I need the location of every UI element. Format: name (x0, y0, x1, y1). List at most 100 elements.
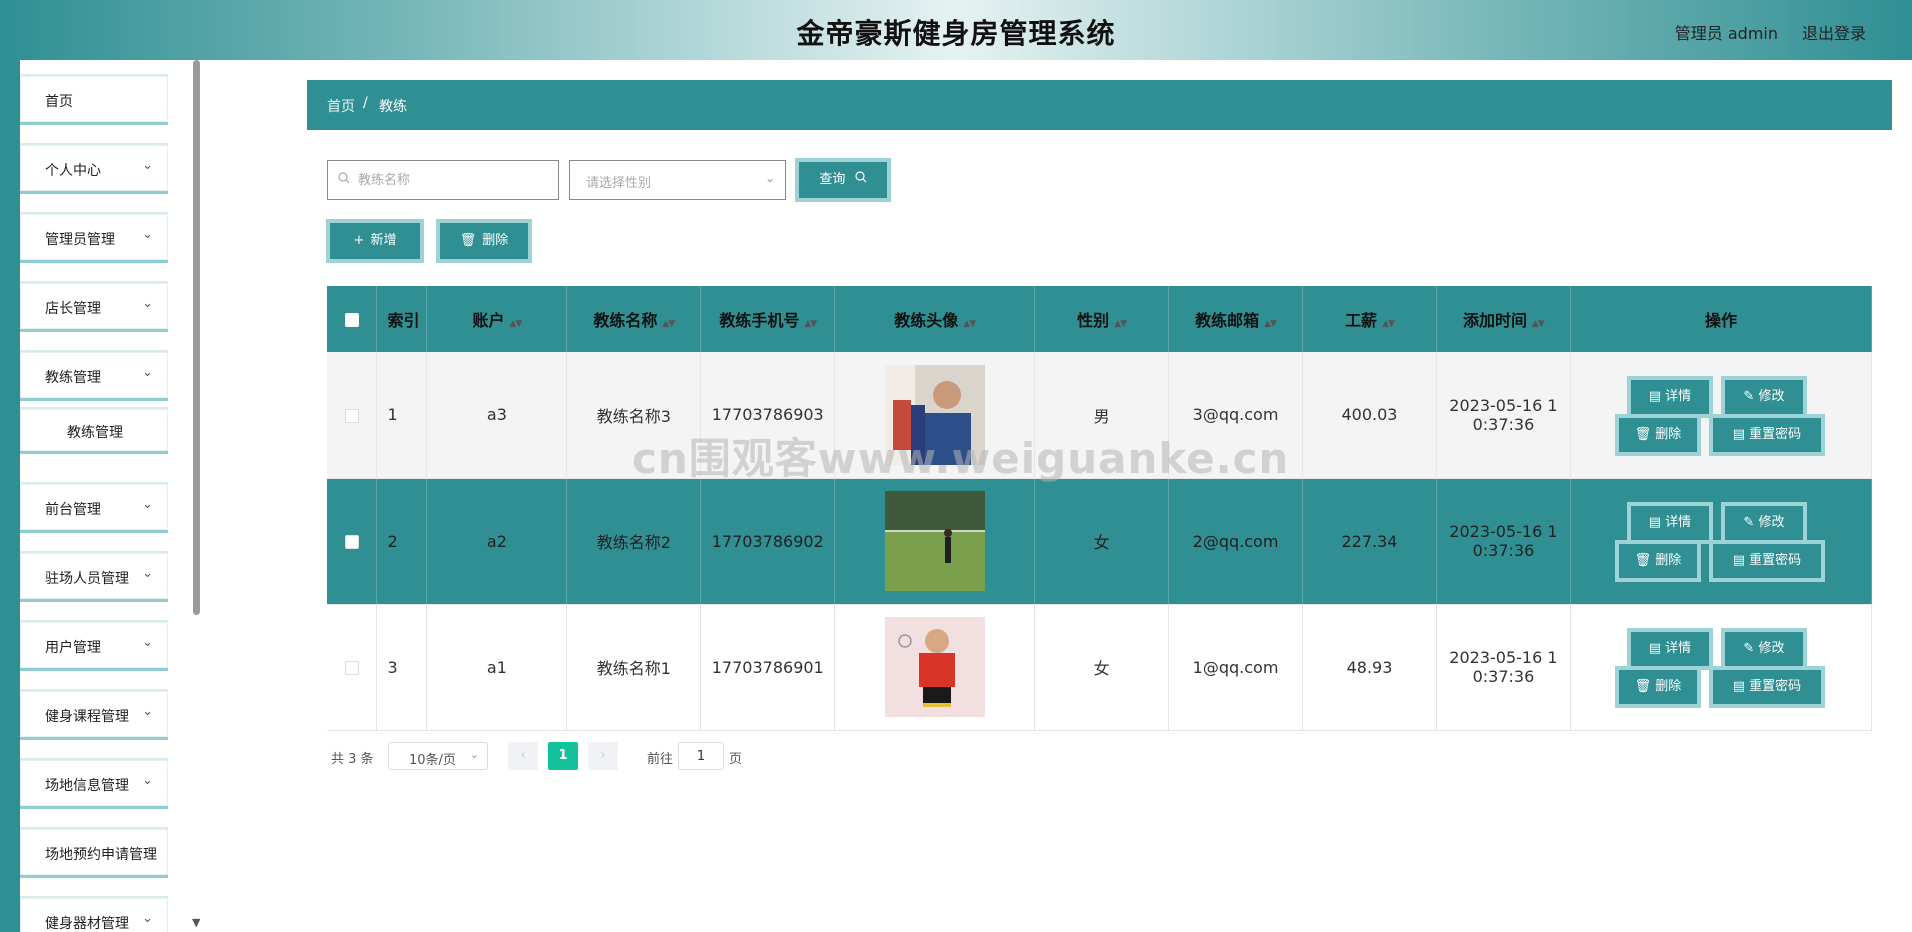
scroll-down-arrow-icon[interactable]: ▼ (192, 916, 200, 929)
edit-button[interactable]: ✎ 修改 (1724, 379, 1803, 414)
cell-add-time: 2023-05-16 1 0:37:36 (1436, 478, 1571, 605)
sidebar-item-label: 首页 (45, 94, 73, 110)
search-icon (854, 171, 867, 187)
coach-avatar-image[interactable] (884, 364, 985, 465)
sort-icon[interactable]: ▲▼ (509, 319, 522, 329)
sidebar-item-personal-center[interactable]: 个人中心 ⌄ (20, 145, 168, 191)
add-button-label: 新增 (370, 233, 397, 248)
select-all-header[interactable] (327, 286, 378, 352)
cell-phone: 17703786903 (700, 352, 836, 479)
sidebar-item-admin-management[interactable]: 管理员管理 ⌄ (20, 214, 168, 260)
chevron-down-icon: ⌄ (469, 748, 479, 761)
coach-avatar-image[interactable] (884, 491, 985, 591)
current-user: 管理员 admin (1674, 24, 1778, 43)
reset-password-button[interactable]: ▤ 重置密码 (1712, 417, 1821, 452)
cell-add-time: 2023-05-16 1 0:37:36 (1436, 604, 1571, 731)
sort-icon[interactable]: ▲▼ (1114, 319, 1127, 329)
detail-button[interactable]: ▤ 详情 (1630, 506, 1709, 540)
row-checkbox[interactable] (344, 535, 359, 549)
sort-icon[interactable]: ▲▼ (963, 319, 976, 329)
page-size-select[interactable]: 10条/页 ⌄ (388, 742, 488, 770)
row-select[interactable] (327, 604, 378, 731)
column-header-coach-avatar[interactable]: 教练头像 ▲▼ (834, 286, 1036, 352)
app-title: 金帝豪斯健身房管理系统 (796, 17, 1116, 50)
sidebar-item-coach-management[interactable]: 教练管理 ⌄ (20, 352, 168, 398)
delete-button[interactable]: 🗑 删除 (1618, 670, 1697, 704)
chevron-down-icon: ⌄ (142, 773, 153, 788)
prev-page-button[interactable]: ‹ (508, 742, 538, 770)
cell-actions: ▤ 详情 ✎ 修改 🗑 删除 ▤ 重置密码 (1570, 352, 1873, 479)
cell-account: a2 (426, 478, 568, 605)
breadcrumb-home-link[interactable]: 首页 (327, 96, 355, 116)
reset-password-button[interactable]: ▤ 重置密码 (1712, 670, 1821, 704)
plus-icon: + (353, 233, 365, 248)
query-button[interactable]: 查询 (799, 162, 887, 198)
search-input[interactable] (358, 169, 548, 191)
sidebar-subitem-coach-management[interactable]: 教练管理 (20, 409, 168, 451)
coach-table: 索引 账户 ▲▼ 教练名称 ▲▼ 教练手机号 ▲▼ 教练头像 ▲▼ 性别 ▲▼ 教练邮箱 ▲… (327, 286, 1873, 731)
edit-button[interactable]: ✎ 修改 (1724, 632, 1803, 666)
trash-icon: 🗑 (1634, 679, 1656, 694)
row-select[interactable] (327, 478, 378, 605)
cell-actions: ▤ 详情 ✎ 修改 🗑 删除 ▤ 重置密码 (1570, 478, 1873, 605)
gender-select[interactable]: 请选择性别 ⌄ (569, 160, 786, 200)
cell-add-time: 2023-05-16 1 0:37:36 (1436, 352, 1571, 479)
coach-avatar-image[interactable] (884, 617, 985, 717)
edit-button[interactable]: ✎ 修改 (1724, 506, 1803, 540)
column-header-salary[interactable]: 工薪 ▲▼ (1302, 286, 1437, 352)
sidebar-item-venue-booking-management[interactable]: 场地预约申请管理 (20, 829, 168, 875)
column-header-gender[interactable]: 性别 ▲▼ (1034, 286, 1170, 352)
cell-salary: 227.34 (1302, 478, 1437, 605)
cell-actions: ▤ 详情 ✎ 修改 🗑 删除 ▤ 重置密码 (1570, 604, 1873, 731)
chevron-down-icon: ⌄ (142, 296, 153, 311)
column-header-coach-name[interactable]: 教练名称 ▲▼ (566, 286, 702, 352)
row-select[interactable] (327, 352, 378, 479)
sort-icon[interactable]: ▲▼ (662, 319, 675, 329)
sidebar-item-home[interactable]: 首页 (20, 76, 168, 122)
sidebar-accent-bar (0, 60, 20, 932)
column-header-account[interactable]: 账户 ▲▼ (426, 286, 568, 352)
column-header-add-time[interactable]: 添加时间 ▲▼ (1436, 286, 1571, 352)
reset-password-button[interactable]: ▤ 重置密码 (1712, 544, 1821, 578)
row-checkbox[interactable] (344, 408, 359, 423)
select-all-checkbox[interactable] (344, 313, 359, 327)
sidebar-item-onsite-staff-management[interactable]: 驻场人员管理 ⌄ (20, 553, 168, 599)
detail-button[interactable]: ▤ 详情 (1630, 379, 1709, 414)
sidebar-item-course-management[interactable]: 健身课程管理 ⌄ (20, 691, 168, 737)
edit-icon: ✎ (1743, 515, 1759, 530)
cell-index: 1 (376, 352, 428, 479)
coach-name-search[interactable] (327, 160, 559, 200)
cell-salary: 400.03 (1302, 352, 1437, 479)
chevron-down-icon: ⌄ (142, 365, 153, 380)
column-header-coach-phone[interactable]: 教练手机号 ▲▼ (700, 286, 836, 352)
sort-icon[interactable]: ▲▼ (1382, 319, 1395, 329)
sidebar-item-venue-info-management[interactable]: 场地信息管理 ⌄ (20, 760, 168, 806)
page-number-button[interactable]: 1 (548, 742, 578, 770)
trash-icon: 🗑 (1634, 426, 1656, 442)
logout-link[interactable]: 退出登录 (1802, 20, 1866, 44)
column-header-coach-email[interactable]: 教练邮箱 ▲▼ (1168, 286, 1304, 352)
sort-icon[interactable]: ▲▼ (1264, 319, 1277, 329)
chevron-down-icon: ⌄ (142, 566, 153, 581)
goto-page-input[interactable] (678, 742, 724, 770)
cell-salary: 48.93 (1302, 604, 1437, 731)
sidebar-item-label: 健身器材管理 (45, 916, 129, 932)
delete-button[interactable]: 🗑 删除 (1618, 417, 1697, 452)
add-button[interactable]: + 新增 (330, 223, 420, 259)
sidebar-item-user-management[interactable]: 用户管理 ⌄ (20, 622, 168, 668)
row-checkbox[interactable] (344, 661, 359, 675)
sidebar-scrollbar-thumb[interactable] (193, 60, 200, 615)
detail-button[interactable]: ▤ 详情 (1630, 632, 1709, 666)
sidebar-item-manager-management[interactable]: 店长管理 ⌄ (20, 283, 168, 329)
sort-icon[interactable]: ▲▼ (804, 319, 817, 329)
cell-coach-name: 教练名称1 (566, 604, 702, 731)
delete-button[interactable]: 🗑 删除 (1618, 544, 1697, 578)
sidebar-item-equipment-management[interactable]: 健身器材管理 ⌄ (20, 898, 168, 932)
batch-delete-button[interactable]: 🗑 删除 (440, 223, 528, 259)
next-page-button[interactable]: › (588, 742, 618, 770)
sort-icon[interactable]: ▲▼ (1532, 319, 1545, 329)
gender-select-placeholder: 请选择性别 (586, 176, 652, 191)
cell-gender: 男 (1034, 352, 1170, 479)
query-button-label: 查询 (819, 172, 846, 187)
sidebar-item-reception-management[interactable]: 前台管理 ⌄ (20, 484, 168, 530)
